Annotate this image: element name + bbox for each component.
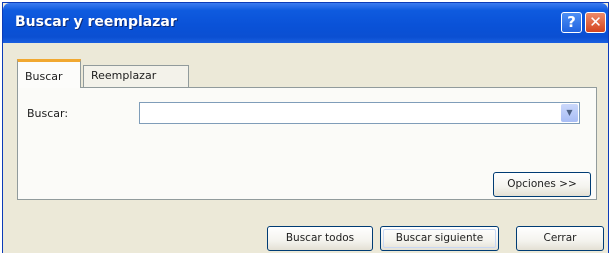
find-all-button[interactable]: Buscar todos	[267, 226, 373, 251]
tab-buscar-label: Buscar	[25, 70, 63, 83]
tab-reemplazar[interactable]: Reemplazar	[83, 65, 189, 87]
tab-buscar[interactable]: Buscar	[17, 59, 81, 88]
title-bar[interactable]: Buscar y reemplazar ? ✕	[3, 3, 608, 43]
close-button[interactable]: Cerrar	[516, 226, 604, 251]
close-window-icon[interactable]: ✕	[585, 12, 606, 33]
find-next-button[interactable]: Buscar siguiente	[380, 226, 499, 251]
find-replace-dialog: Buscar y reemplazar ? ✕ Buscar Reemplaza…	[2, 2, 609, 253]
find-combobox[interactable]: ▼	[139, 102, 580, 124]
dialog-title: Buscar y reemplazar	[15, 14, 177, 30]
chevron-down-icon[interactable]: ▼	[561, 104, 578, 122]
help-button[interactable]: ?	[561, 12, 582, 33]
tab-reemplazar-label: Reemplazar	[91, 69, 157, 82]
options-button[interactable]: Opciones >>	[493, 172, 591, 197]
find-label: Buscar:	[27, 107, 69, 120]
